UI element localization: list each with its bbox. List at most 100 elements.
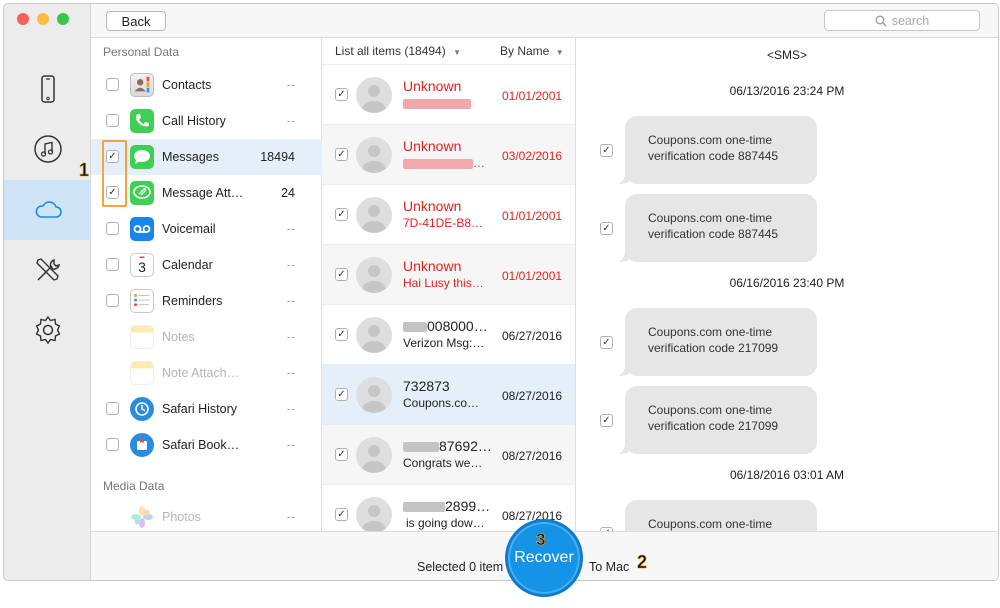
list-filter-label: List all items (18494)	[335, 44, 446, 58]
category-note-attachments: Note Attach… --	[91, 355, 322, 391]
timestamp: 06/18/2016 03:01 AM	[729, 468, 845, 482]
avatar-icon	[356, 497, 392, 531]
list-item[interactable]: ✓ Unknown 7D-41DE-B8… 01/01/2001	[322, 184, 575, 244]
checkbox-checked[interactable]: ✓	[335, 268, 348, 281]
contact-name: 008000…	[403, 318, 491, 334]
checkbox-checked[interactable]: ✓	[335, 148, 348, 161]
category-label: Notes	[162, 330, 195, 344]
checkbox-checked[interactable]: ✓	[335, 508, 348, 521]
contact-name: Unknown	[403, 198, 462, 214]
category-count: --	[286, 366, 295, 380]
message-bubble[interactable]: Coupons.com one-time verification code 8…	[613, 194, 817, 262]
contacts-icon	[130, 73, 154, 97]
category-safari-bookmarks[interactable]: Safari Book… --	[91, 427, 322, 463]
list-item[interactable]: ✓ 008000… Verizon Msg:… 06/27/2016	[322, 304, 575, 364]
avatar-icon	[356, 317, 392, 353]
list-header: List all items (18494) ▼ By Name ▼	[322, 38, 575, 64]
checkbox[interactable]	[106, 438, 119, 451]
message-bubble[interactable]: Coupons.com one-time	[625, 500, 817, 531]
search-input[interactable]: search	[824, 10, 980, 31]
checkbox-checked[interactable]: ✓	[600, 336, 613, 349]
message-line: Coupons.com one-time	[648, 403, 773, 417]
checkbox-checked[interactable]: ✓	[335, 448, 348, 461]
checkbox-checked[interactable]: ✓	[335, 388, 348, 401]
category-count: --	[286, 78, 295, 92]
minimize-window-button[interactable]	[37, 13, 49, 25]
category-count: --	[286, 330, 295, 344]
message-bubble[interactable]: Coupons.com one-time verification code 2…	[613, 386, 817, 454]
to-mac-label: To Mac	[589, 560, 630, 574]
zoom-window-button[interactable]	[57, 13, 69, 25]
checkbox-checked[interactable]: ✓	[335, 328, 348, 341]
checkbox-checked[interactable]: ✓	[600, 414, 613, 427]
category-count: --	[286, 510, 295, 524]
rail-device[interactable]	[4, 59, 91, 119]
category-count: 24	[281, 186, 295, 200]
category-call-history[interactable]: Call History --	[91, 103, 322, 139]
category-label: Photos	[162, 510, 201, 524]
message-bubble[interactable]: Coupons.com one-time verification code 2…	[613, 308, 817, 376]
recover-label: Recover	[514, 549, 574, 566]
phone-icon	[130, 109, 154, 133]
category-count: --	[286, 114, 295, 128]
list-item[interactable]: ✓ 87692… Congrats we… 08/27/2016	[322, 424, 575, 484]
message-line: Coupons.com one-time	[648, 325, 773, 339]
rail-itunes[interactable]	[4, 119, 91, 179]
checkbox[interactable]	[106, 114, 119, 127]
category-photos: Photos --	[91, 499, 322, 535]
checkbox[interactable]	[106, 78, 119, 91]
checkbox-checked[interactable]: ✓	[600, 144, 613, 157]
message-preview	[403, 96, 491, 110]
voicemail-icon	[130, 217, 154, 241]
checkbox[interactable]	[106, 294, 119, 307]
message-date: 08/27/2016	[502, 449, 563, 463]
list-item[interactable]: ✓ 732873 Coupons.co… 08/27/2016	[322, 364, 575, 424]
messages-icon	[130, 145, 154, 169]
list-item[interactable]: ✓ Unknown … 03/02/2016	[322, 124, 575, 184]
sort-dropdown[interactable]: By Name ▼	[500, 44, 564, 58]
list-item[interactable]: ✓ Unknown Hai Lusy this… 01/01/2001	[322, 244, 575, 304]
avatar-icon	[356, 197, 392, 233]
message-date: 06/27/2016	[502, 329, 563, 343]
rail-icloud[interactable]	[4, 180, 91, 240]
checkbox-checked[interactable]: ✓	[600, 222, 613, 235]
message-preview: Coupons.co…	[403, 396, 480, 410]
search-placeholder: search	[891, 13, 930, 28]
back-button[interactable]: Back	[106, 11, 166, 31]
message-preview: …	[403, 156, 491, 170]
section-personal-data: Personal Data	[103, 45, 180, 59]
message-date: 01/01/2001	[502, 89, 563, 103]
rail-settings[interactable]	[4, 300, 91, 360]
list-item[interactable]: ✓ Unknown 01/01/2001	[322, 64, 575, 124]
checkbox[interactable]	[106, 402, 119, 415]
category-contacts[interactable]: Contacts --	[91, 67, 322, 103]
chevron-down-icon: ▼	[555, 48, 564, 57]
category-calendar[interactable]: ▬ 3 Calendar --	[91, 247, 322, 283]
calendar-icon: ▬ 3	[130, 253, 154, 277]
checkbox[interactable]	[106, 258, 119, 271]
category-label: Reminders	[162, 294, 223, 308]
category-label: Note Attach…	[162, 366, 240, 380]
message-line: Coupons.com one-time	[648, 133, 773, 147]
message-bubble[interactable]: Coupons.com one-time verification code 8…	[613, 116, 817, 184]
avatar-icon	[356, 77, 392, 113]
category-label: Contacts	[162, 78, 212, 92]
rail-tools[interactable]	[4, 240, 91, 300]
annotation-step-3: 3	[536, 530, 546, 550]
contact-name: 2899…	[403, 498, 491, 514]
message-preview: 7D-41DE-B8…	[403, 216, 484, 230]
checkbox-checked[interactable]: ✓	[335, 88, 348, 101]
message-line: Coupons.com one-time	[648, 211, 773, 225]
category-safari-history[interactable]: Safari History --	[91, 391, 322, 427]
checkbox-checked[interactable]: ✓	[335, 208, 348, 221]
category-voicemail[interactable]: Voicemail --	[91, 211, 322, 247]
close-window-button[interactable]	[17, 13, 29, 25]
list-filter-dropdown[interactable]: List all items (18494) ▼	[335, 44, 461, 58]
avatar-icon	[356, 257, 392, 293]
checkbox[interactable]	[106, 222, 119, 235]
note-attachments-icon	[130, 361, 154, 385]
contact-name: Unknown	[403, 258, 462, 274]
avatar-icon	[356, 137, 392, 173]
category-reminders[interactable]: Reminders --	[91, 283, 322, 319]
chevron-down-icon: ▼	[453, 48, 461, 57]
